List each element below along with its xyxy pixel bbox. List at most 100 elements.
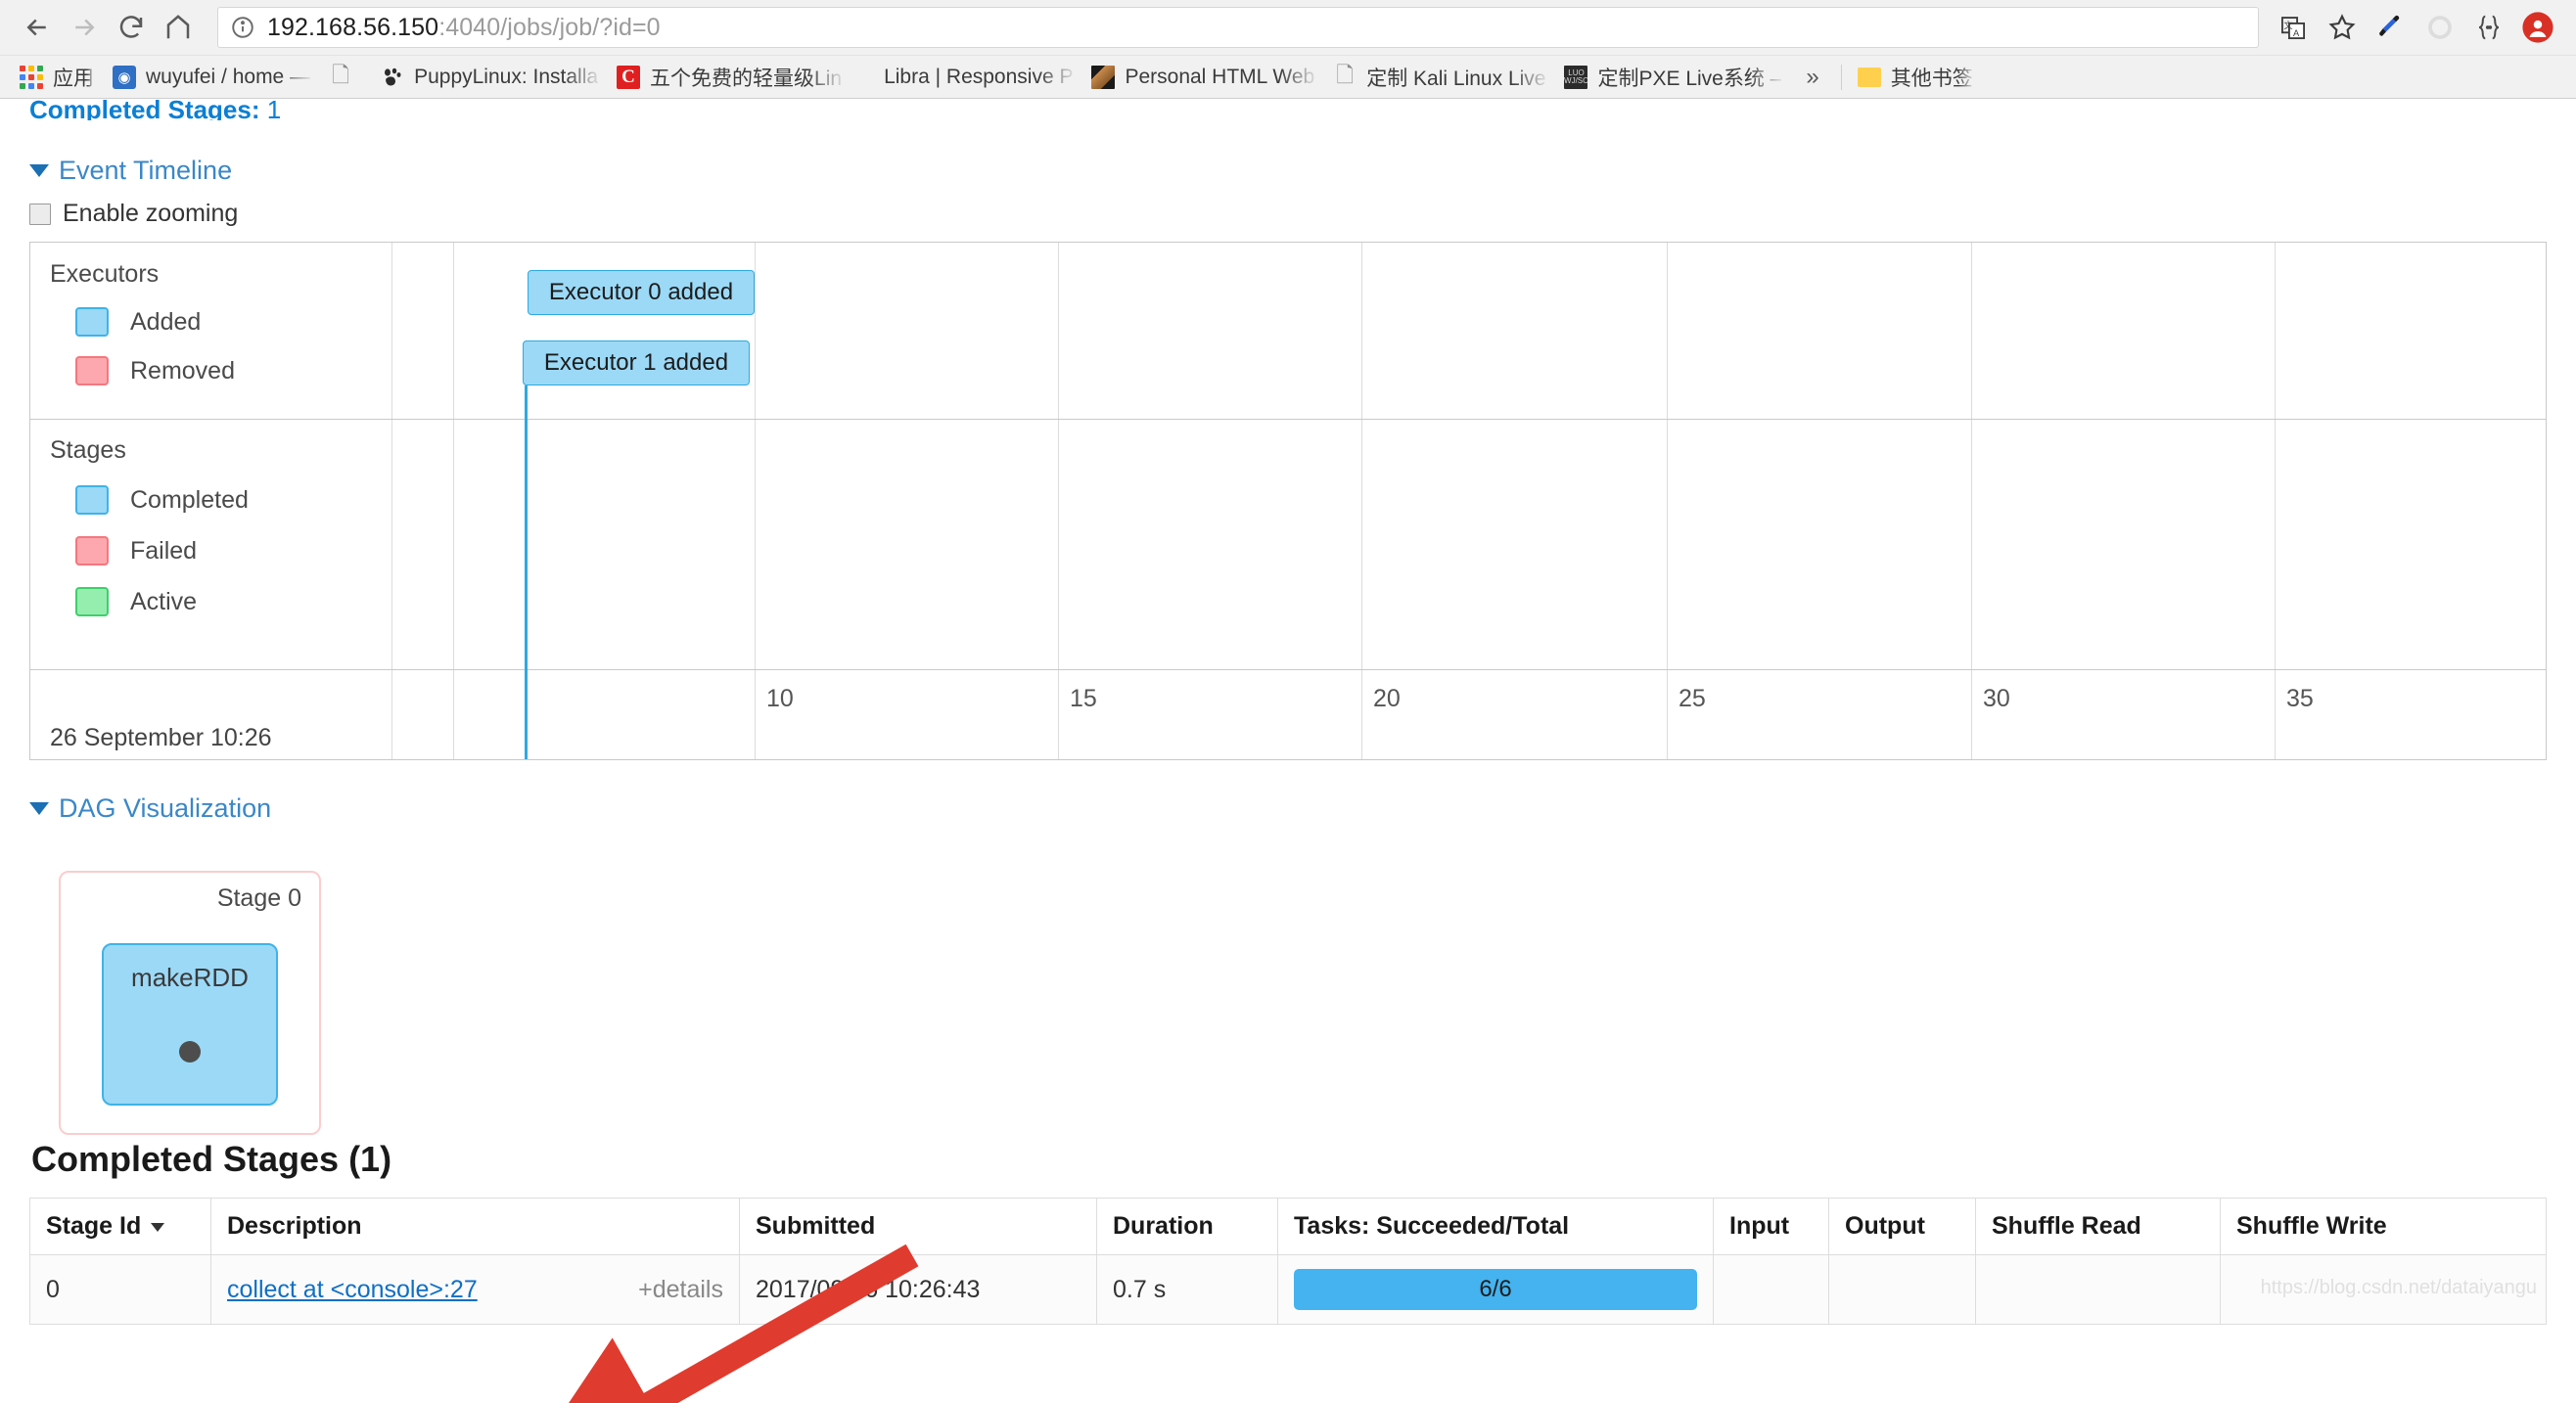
bookmark-blank-page[interactable]: 🗋 <box>319 59 371 96</box>
sort-descending-icon <box>151 1222 165 1232</box>
avatar-icon[interactable] <box>2513 4 2562 51</box>
translate-icon[interactable]: 文 A <box>2269 4 2318 51</box>
bookmark-pxe-live[interactable]: LUO WJ/SC 定制PXE Live系统 – <box>1554 59 1790 96</box>
column-header-submitted[interactable]: Submitted <box>739 1198 1097 1255</box>
bookmark-personal-html[interactable]: Personal HTML Web <box>1081 59 1323 96</box>
page-icon: 🗋 <box>332 62 349 87</box>
legend-label: Removed <box>130 356 235 385</box>
cell-duration: 0.7 s <box>1096 1254 1278 1325</box>
legend-stages-completed: Completed <box>75 485 249 515</box>
bookmark-label: Libra | Responsive P <box>884 65 1074 88</box>
legend-swatch-failed <box>75 536 109 566</box>
bookmark-csdn-linux[interactable]: C 五个免费的轻量级Lin <box>607 59 851 96</box>
cell-output <box>1828 1254 1976 1325</box>
dag-node-dot <box>179 1041 201 1063</box>
axis-tick-20: 20 <box>1373 685 1401 712</box>
svg-text:文: 文 <box>2283 20 2292 30</box>
circle-icon[interactable] <box>2415 4 2464 51</box>
bookmark-label: 定制 Kali Linux Live <box>1366 67 1546 90</box>
chevron-down-icon <box>29 164 49 177</box>
dag-visualization-toggle[interactable]: DAG Visualization <box>29 793 271 824</box>
home-icon[interactable] <box>155 4 202 51</box>
address-bar[interactable]: 192.168.56.150:4040/jobs/job/?id=0 <box>217 7 2259 48</box>
bookmark-puppylinux[interactable]: PuppyLinux: Installa <box>371 59 607 96</box>
info-circle-icon <box>230 15 255 40</box>
legend-swatch-added <box>75 307 109 337</box>
tasks-progress-label: 6/6 <box>1479 1276 1512 1302</box>
column-header-tasks[interactable]: Tasks: Succeeded/Total <box>1277 1198 1714 1255</box>
table-header-row: Stage Id Description Submitted Duration … <box>29 1198 2547 1255</box>
url-text: 192.168.56.150:4040/jobs/job/?id=0 <box>267 14 661 42</box>
cell-description: collect at <console>:27 +details <box>210 1254 740 1325</box>
column-header-stage-id[interactable]: Stage Id <box>29 1198 211 1255</box>
grid-line <box>453 243 454 759</box>
axis-date-caption: 26 September 10:26 <box>50 724 272 751</box>
bookmarks-divider <box>1840 64 1842 90</box>
axis-tick-35: 35 <box>2286 685 2314 712</box>
svg-text:A: A <box>2293 28 2300 38</box>
axis-line <box>30 669 2546 670</box>
column-header-duration[interactable]: Duration <box>1096 1198 1278 1255</box>
grid-line <box>391 243 392 759</box>
cell-input <box>1713 1254 1829 1325</box>
stage-description-link[interactable]: collect at <console>:27 <box>227 1276 478 1304</box>
folder-icon <box>1857 65 1882 90</box>
bookmark-gitlab-home[interactable]: ◉ wuyufei / home — <box>103 59 319 96</box>
cell-stage-id: 0 <box>29 1254 211 1325</box>
axis-tick-30: 30 <box>1983 685 2010 712</box>
enable-zooming-label: Enable zooming <box>63 200 239 227</box>
paw-icon <box>380 65 405 90</box>
bookmark-kali-live[interactable]: 🗋 定制 Kali Linux Live <box>1323 59 1554 96</box>
grid-line-tick-25 <box>1667 243 1668 759</box>
grid-line-tick-10 <box>755 243 756 759</box>
column-header-output[interactable]: Output <box>1828 1198 1976 1255</box>
dag-node-makerdd[interactable]: makeRDD <box>102 943 278 1106</box>
apps-grid-icon <box>19 65 44 90</box>
dag-node-label: makeRDD <box>131 963 249 992</box>
bookmarks-overflow-button[interactable]: » <box>1790 64 1834 91</box>
event-timeline-toggle[interactable]: Event Timeline <box>29 156 232 186</box>
eyedropper-icon[interactable] <box>2367 4 2415 51</box>
chevron-down-icon <box>29 802 49 815</box>
enable-zooming-row[interactable]: Enable zooming <box>29 200 2547 228</box>
dag-stage-title: Stage 0 <box>216 884 301 912</box>
details-toggle-link[interactable]: +details <box>638 1276 723 1304</box>
legend-swatch-active <box>75 587 109 616</box>
back-arrow-icon[interactable] <box>14 4 61 51</box>
bookmarks-bar: 应用 ◉ wuyufei / home — 🗋 PuppyLinux: Inst… <box>0 55 2576 98</box>
dag-stage-box[interactable]: Stage 0 makeRDD <box>59 871 321 1135</box>
legend-label: Active <box>130 587 198 615</box>
legend-label: Completed <box>130 485 249 514</box>
bookmark-label: 其他书签 <box>1890 67 1973 90</box>
column-header-shuffle-read[interactable]: Shuffle Read <box>1975 1198 2221 1255</box>
star-icon[interactable] <box>2318 4 2367 51</box>
legend-label: Added <box>130 307 202 336</box>
event-timeline-label: Event Timeline <box>59 156 233 185</box>
column-header-input[interactable]: Input <box>1713 1198 1829 1255</box>
timeline-event-executor-0-added[interactable]: Executor 0 added <box>528 270 755 315</box>
page-content: Completed Stages: 1 Event Timeline Enabl… <box>0 99 2576 1403</box>
url-host: 192.168.56.150 <box>267 13 439 41</box>
column-header-shuffle-write[interactable]: Shuffle Write <box>2220 1198 2547 1255</box>
csdn-icon: C <box>616 65 641 90</box>
reload-icon[interactable] <box>108 4 155 51</box>
bookmark-apps[interactable]: 应用 <box>10 59 103 96</box>
bookmark-libra[interactable]: Libra | Responsive P <box>851 59 1081 96</box>
completed-stages-summary-label: Completed Stages: <box>29 99 260 120</box>
photo-icon <box>1090 65 1116 90</box>
timeline-group-stages-label: Stages <box>50 436 126 464</box>
event-timeline-chart[interactable]: Executors Added Removed Stages Completed… <box>29 242 2547 760</box>
tasks-progress-bar: 6/6 <box>1294 1269 1697 1310</box>
bookmark-other-bookmarks[interactable]: 其他书签 <box>1848 59 1982 96</box>
legend-swatch-removed <box>75 356 109 385</box>
legend-swatch-completed <box>75 485 109 515</box>
timeline-event-executor-1-added[interactable]: Executor 1 added <box>523 340 750 385</box>
timeline-marker-stem <box>525 385 528 759</box>
enable-zooming-checkbox[interactable] <box>29 203 51 225</box>
bookmark-label: wuyufei / home — <box>146 65 311 88</box>
forward-arrow-icon[interactable] <box>61 4 108 51</box>
cell-shuffle-read <box>1975 1254 2221 1325</box>
column-header-description[interactable]: Description <box>210 1198 740 1255</box>
braces-icon[interactable] <box>2464 4 2513 51</box>
grid-line-tick-30 <box>1971 243 1972 759</box>
